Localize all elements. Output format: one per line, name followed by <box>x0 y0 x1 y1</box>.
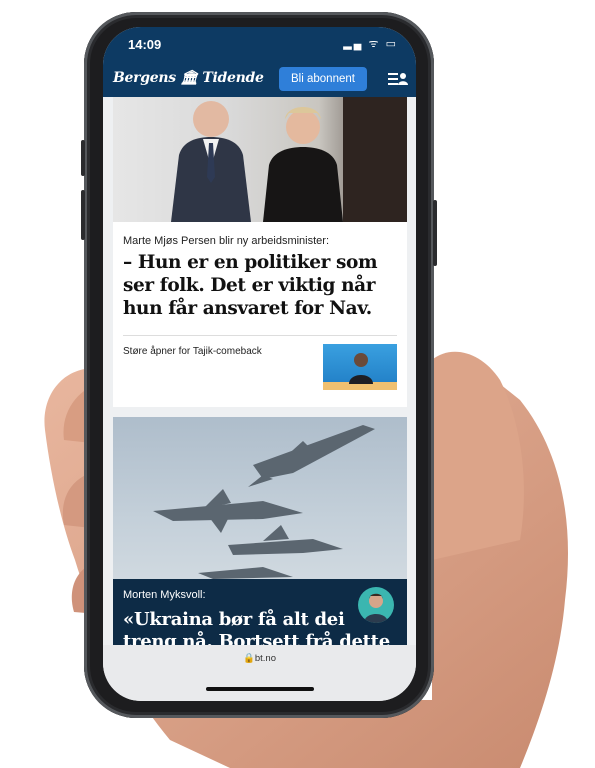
fighter-jets-photo <box>113 417 407 579</box>
status-icons: ▂▄ ᯤ ▭ <box>343 38 398 50</box>
opinion-headline[interactable]: «Ukraina bør få alt dei treng nå. Bortse… <box>123 609 399 647</box>
status-bar: 14:09 ▂▄ ᯤ ▭ <box>103 27 416 61</box>
related-article-thumbnail[interactable] <box>323 344 397 390</box>
opinion-author: Morten Myksvoll: <box>123 589 206 601</box>
phone-side-button <box>81 140 85 176</box>
site-logo[interactable]: Bergens 🏛 Tidende <box>113 70 264 86</box>
feed: Marte Mjøs Persen blir ny arbeidsministe… <box>103 97 416 647</box>
site-header: Bergens 🏛 Tidende Bli abonnent <box>103 61 416 97</box>
article-kicker: Marte Mjøs Persen blir ny arbeidsministe… <box>123 235 330 247</box>
url-text[interactable]: 🔒bt.no <box>103 653 416 664</box>
home-indicator[interactable] <box>206 687 314 691</box>
phone-volume-button <box>81 190 85 240</box>
menu-user-icon[interactable] <box>388 72 408 86</box>
subscribe-button[interactable]: Bli abonnent <box>279 67 367 91</box>
phone-screen: 14:09 ▂▄ ᯤ ▭ Bergens 🏛 Tidende Bli abonn… <box>103 27 416 701</box>
article-photo <box>113 97 407 222</box>
divider <box>123 335 397 336</box>
phone-power-button <box>433 200 437 266</box>
article-card[interactable]: Marte Mjøs Persen blir ny arbeidsministe… <box>113 97 407 407</box>
related-article-title[interactable]: Støre åpner for Tajik-comeback <box>123 346 262 357</box>
browser-address-bar[interactable]: 🔒bt.no <box>103 645 416 701</box>
status-time: 14:09 <box>128 37 162 52</box>
opinion-card[interactable]: Morten Myksvoll: «Ukraina bør få alt dei… <box>113 417 407 647</box>
article-headline[interactable]: – Hun er en politiker som ser folk. Det … <box>123 251 403 320</box>
